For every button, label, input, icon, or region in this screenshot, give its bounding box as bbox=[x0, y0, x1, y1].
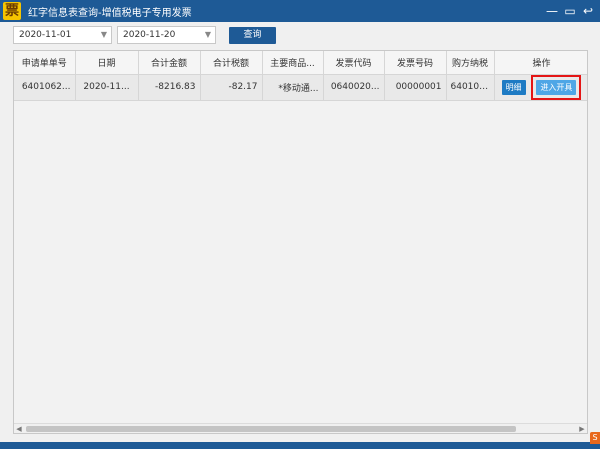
cell-request-no: 6401062... bbox=[14, 74, 76, 101]
chevron-down-icon: ▼ bbox=[204, 30, 211, 39]
maximize-icon[interactable]: ▭ bbox=[562, 2, 578, 20]
open-issue-button[interactable]: 进入开具 bbox=[536, 79, 577, 95]
scrollbar-thumb[interactable] bbox=[26, 426, 516, 432]
cell-main-goods: *移动通... bbox=[262, 74, 324, 101]
cell-invoice-number: 00000001 bbox=[384, 74, 447, 101]
col-header-buyer-tax-id[interactable]: 购方纳税 bbox=[446, 51, 495, 75]
col-header-total-tax[interactable]: 合计税额 bbox=[200, 51, 263, 75]
col-header-total-amount[interactable]: 合计金额 bbox=[138, 51, 201, 75]
detail-button[interactable]: 明细 bbox=[501, 79, 526, 95]
cell-date: 2020-11... bbox=[75, 74, 139, 101]
open-button-highlight: 进入开具 bbox=[531, 74, 582, 99]
cell-total-amount: -8216.83 bbox=[138, 74, 201, 101]
chevron-down-icon: ▼ bbox=[100, 30, 107, 39]
cell-buyer-tax-id: 6401064 bbox=[446, 74, 495, 101]
start-date-value: 2020-11-01 bbox=[19, 30, 72, 40]
col-header-invoice-code[interactable]: 发票代码 bbox=[323, 51, 385, 75]
col-header-date[interactable]: 日期 bbox=[75, 51, 139, 75]
cell-total-tax: -82.17 bbox=[200, 74, 263, 101]
status-bar bbox=[0, 442, 600, 449]
col-header-main-goods[interactable]: 主要商品... bbox=[262, 51, 324, 75]
results-grid: 申请单单号 日期 合计金额 合计税额 主要商品... 发票代码 发票号码 购方纳… bbox=[13, 50, 588, 434]
col-header-request-no[interactable]: 申请单单号 bbox=[14, 51, 76, 75]
title-bar: 票 红字信息表查询-增值税电子专用发票 — ▭ ↩ bbox=[0, 0, 600, 22]
app-logo-icon: 票 bbox=[3, 2, 21, 20]
header-row: 申请单单号 日期 合计金额 合计税额 主要商品... 发票代码 发票号码 购方纳… bbox=[14, 51, 587, 75]
results-table: 申请单单号 日期 合计金额 合计税额 主要商品... 发票代码 发票号码 购方纳… bbox=[14, 51, 587, 101]
query-button[interactable]: 查询 bbox=[229, 27, 276, 44]
start-date-select[interactable]: 2020-11-01 ▼ bbox=[13, 26, 112, 44]
col-header-invoice-number[interactable]: 发票号码 bbox=[384, 51, 447, 75]
minimize-icon[interactable]: — bbox=[544, 2, 560, 20]
cell-actions: 明细 进入开具 bbox=[494, 74, 587, 101]
horizontal-scrollbar[interactable]: ◀ ▶ bbox=[14, 423, 587, 433]
main-content: 2020-11-01 ▼ 2020-11-20 ▼ 查询 申请单单号 日期 合计… bbox=[0, 22, 600, 442]
col-header-actions: 操作 bbox=[494, 51, 587, 75]
table-row[interactable]: 6401062... 2020-11... -8216.83 -82.17 *移… bbox=[14, 74, 587, 101]
back-icon[interactable]: ↩ bbox=[580, 2, 596, 20]
corner-app-icon: S bbox=[590, 432, 600, 444]
cell-invoice-code: 0640020... bbox=[323, 74, 385, 101]
scroll-left-icon[interactable]: ◀ bbox=[14, 424, 24, 433]
window-title: 红字信息表查询-增值税电子专用发票 bbox=[28, 8, 192, 19]
scroll-right-icon[interactable]: ▶ bbox=[577, 424, 587, 433]
end-date-value: 2020-11-20 bbox=[123, 30, 176, 40]
end-date-select[interactable]: 2020-11-20 ▼ bbox=[117, 26, 216, 44]
